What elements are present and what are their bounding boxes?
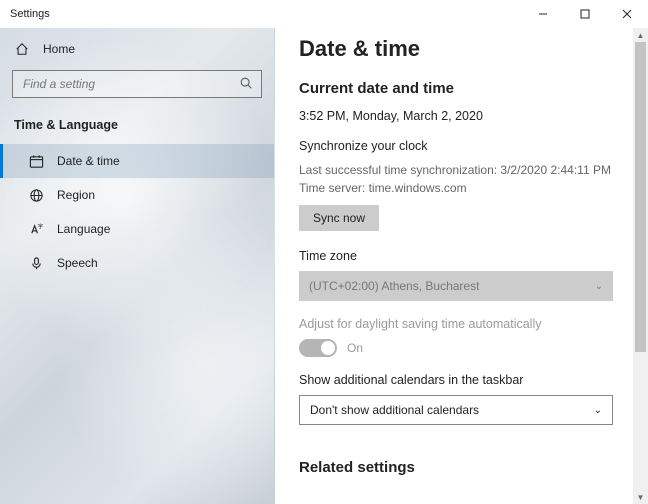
sync-last-text: Last successful time synchronization: 3/… bbox=[299, 161, 613, 179]
page-title: Date & time bbox=[299, 36, 613, 62]
category-heading: Time & Language bbox=[0, 108, 274, 138]
current-datetime-value: 3:52 PM, Monday, March 2, 2020 bbox=[299, 109, 613, 123]
scrollbar[interactable]: ▲ ▼ bbox=[633, 28, 648, 504]
current-datetime-heading: Current date and time bbox=[299, 80, 613, 97]
sidebar: Home Time & Language Date & tim bbox=[0, 28, 275, 504]
home-nav[interactable]: Home bbox=[0, 32, 274, 66]
timezone-value: (UTC+02:00) Athens, Bucharest bbox=[309, 279, 479, 293]
close-button[interactable] bbox=[606, 0, 648, 28]
chevron-down-icon: ⌄ bbox=[594, 405, 602, 416]
sidebar-item-speech[interactable]: Speech bbox=[0, 246, 274, 280]
content-pane: Date & time Current date and time 3:52 P… bbox=[275, 28, 633, 504]
home-icon bbox=[14, 42, 30, 56]
sync-heading: Synchronize your clock bbox=[299, 139, 613, 153]
timezone-heading: Time zone bbox=[299, 249, 613, 263]
dst-toggle: On bbox=[299, 339, 613, 357]
sidebar-item-language[interactable]: 字 Language bbox=[0, 212, 274, 246]
sync-now-button[interactable]: Sync now bbox=[299, 205, 379, 231]
sidebar-item-label: Date & time bbox=[57, 154, 120, 168]
microphone-icon bbox=[28, 256, 44, 271]
toggle-switch bbox=[299, 339, 337, 357]
scroll-thumb[interactable] bbox=[635, 42, 646, 352]
timezone-select[interactable]: (UTC+02:00) Athens, Bucharest ⌄ bbox=[299, 271, 613, 301]
svg-text:字: 字 bbox=[37, 222, 43, 230]
dst-label: Adjust for daylight saving time automati… bbox=[299, 317, 613, 331]
scroll-up-arrow[interactable]: ▲ bbox=[633, 28, 648, 42]
globe-icon bbox=[28, 188, 44, 203]
calendars-select[interactable]: Don't show additional calendars ⌄ bbox=[299, 395, 613, 425]
sidebar-item-region[interactable]: Region bbox=[0, 178, 274, 212]
chevron-down-icon: ⌄ bbox=[595, 281, 603, 292]
calendars-heading: Show additional calendars in the taskbar bbox=[299, 373, 613, 387]
search-input[interactable] bbox=[12, 70, 262, 98]
dst-state: On bbox=[347, 341, 363, 355]
sidebar-item-label: Region bbox=[57, 188, 95, 202]
maximize-button[interactable] bbox=[564, 0, 606, 28]
home-label: Home bbox=[43, 42, 75, 56]
sidebar-item-label: Speech bbox=[57, 256, 98, 270]
related-settings-heading: Related settings bbox=[299, 459, 613, 476]
sidebar-item-date-time[interactable]: Date & time bbox=[0, 144, 274, 178]
clock-icon bbox=[28, 154, 44, 169]
titlebar: Settings bbox=[0, 0, 648, 28]
search-icon bbox=[239, 76, 253, 93]
scroll-down-arrow[interactable]: ▼ bbox=[633, 490, 648, 504]
calendars-value: Don't show additional calendars bbox=[310, 403, 479, 417]
window-title: Settings bbox=[10, 8, 50, 20]
language-icon: 字 bbox=[28, 222, 44, 237]
sync-server-text: Time server: time.windows.com bbox=[299, 179, 613, 197]
window-controls bbox=[522, 0, 648, 28]
sidebar-item-label: Language bbox=[57, 222, 110, 236]
search-field[interactable] bbox=[21, 76, 239, 92]
minimize-button[interactable] bbox=[522, 0, 564, 28]
